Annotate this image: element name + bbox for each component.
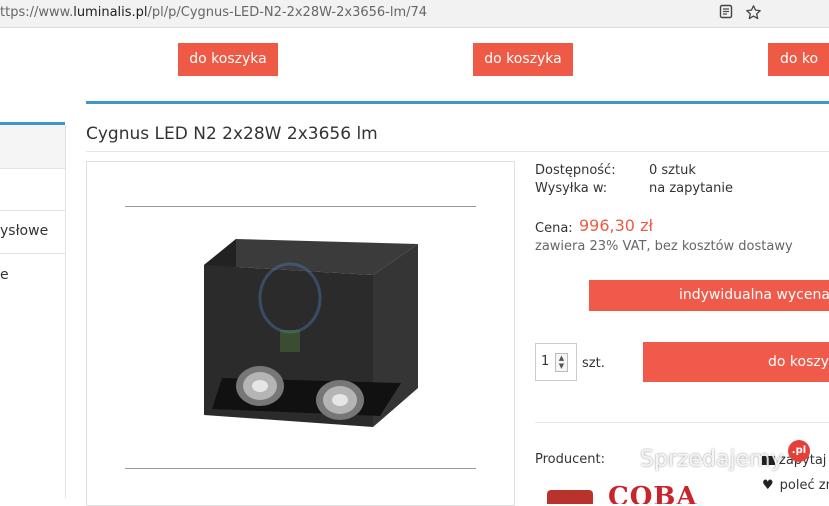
price-label: Cena:	[535, 221, 573, 236]
producer-divider	[535, 422, 829, 423]
product-title: Cygnus LED N2 2x28W 2x3656 lm	[86, 124, 378, 144]
sidebar-item[interactable]: ysłowe	[0, 223, 48, 239]
vat-note: zawiera 23% VAT, bez kosztów dostawy	[535, 239, 793, 254]
sidebar-border	[65, 125, 66, 498]
title-divider	[86, 151, 829, 152]
quote-request-button[interactable]: indywidualna wycena	[589, 280, 829, 311]
url-path: /pl/p/Cygnus-LED-N2-2x28W-2x3656-lm/74	[147, 5, 428, 20]
shipping-label: Wysyłka w:	[535, 181, 608, 196]
sidebar-item[interactable]: e	[0, 267, 9, 283]
quantity-value: 1	[541, 354, 550, 369]
url-prefix: ttps://www.	[0, 5, 74, 20]
sidebar-divider	[0, 253, 65, 254]
quantity-stepper[interactable]: 1 ▲ ▼	[535, 343, 577, 381]
content-accent-rule	[86, 101, 829, 104]
reader-view-icon[interactable]	[717, 4, 735, 22]
sidebar-header	[0, 125, 65, 169]
shipping-value: na zapytanie	[649, 181, 733, 196]
producer-logo-mark	[547, 490, 593, 504]
availability-label: Dostępność:	[535, 163, 616, 178]
related-add-to-cart-button[interactable]: do koszyka	[178, 43, 278, 76]
producer-logo[interactable]: COBA	[547, 484, 737, 504]
producer-label: Producent:	[535, 452, 605, 467]
recommend-link-label: poleć zn	[779, 478, 829, 493]
url-text[interactable]: ttps://www.luminalis.pl/pl/p/Cygnus-LED-…	[0, 5, 427, 20]
related-add-to-cart-button[interactable]: do koszyka	[473, 43, 573, 76]
sidebar-divider	[0, 210, 65, 211]
browser-address-bar[interactable]: ttps://www.luminalis.pl/pl/p/Cygnus-LED-…	[0, 0, 829, 28]
image-top-line	[125, 206, 476, 207]
quantity-unit: szt.	[582, 356, 605, 371]
producer-logo-text: COBA	[608, 484, 698, 504]
add-to-cart-button[interactable]: do koszyk	[643, 342, 829, 382]
availability-value: 0 sztuk	[649, 163, 696, 178]
heart-icon: ♥	[762, 478, 774, 493]
product-image	[204, 239, 418, 427]
star-icon[interactable]	[744, 4, 762, 22]
watermark-text: Sprzedajemy	[640, 447, 784, 472]
related-add-to-cart-button[interactable]: do ko	[768, 43, 829, 76]
price-value: 996,30 zł	[579, 216, 654, 235]
image-bottom-line	[125, 468, 476, 469]
watermark-badge: .pl	[788, 440, 810, 462]
spinner-arrows-icon[interactable]: ▲ ▼	[555, 353, 568, 372]
recommend-link[interactable]: ♥ poleć zn	[762, 478, 829, 493]
url-domain: luminalis.pl	[73, 5, 148, 20]
